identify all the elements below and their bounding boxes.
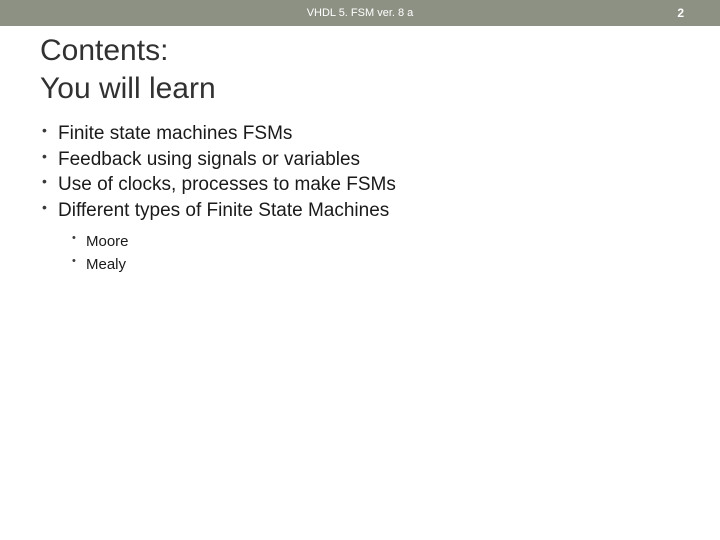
title-line-2: You will learn <box>40 72 216 105</box>
sub-bullet-item: Mealy <box>70 253 680 276</box>
header-title: VHDL 5. FSM ver. 8 a <box>307 7 414 19</box>
slide-title: Contents: You will learn <box>40 32 680 107</box>
slide-content: Contents: You will learn Finite state ma… <box>0 26 720 276</box>
bullet-list: Finite state machines FSMs Feedback usin… <box>40 121 680 224</box>
sub-bullet-list: Moore Mealy <box>40 230 680 277</box>
bullet-item: Finite state machines FSMs <box>40 121 680 147</box>
bullet-item: Use of clocks, processes to make FSMs <box>40 172 680 198</box>
title-line-1: Contents: <box>40 34 168 67</box>
page-number: 2 <box>677 6 684 20</box>
header-bar: VHDL 5. FSM ver. 8 a 2 <box>0 0 720 26</box>
sub-bullet-item: Moore <box>70 230 680 253</box>
bullet-item: Different types of Finite State Machines <box>40 198 680 224</box>
bullet-item: Feedback using signals or variables <box>40 147 680 173</box>
